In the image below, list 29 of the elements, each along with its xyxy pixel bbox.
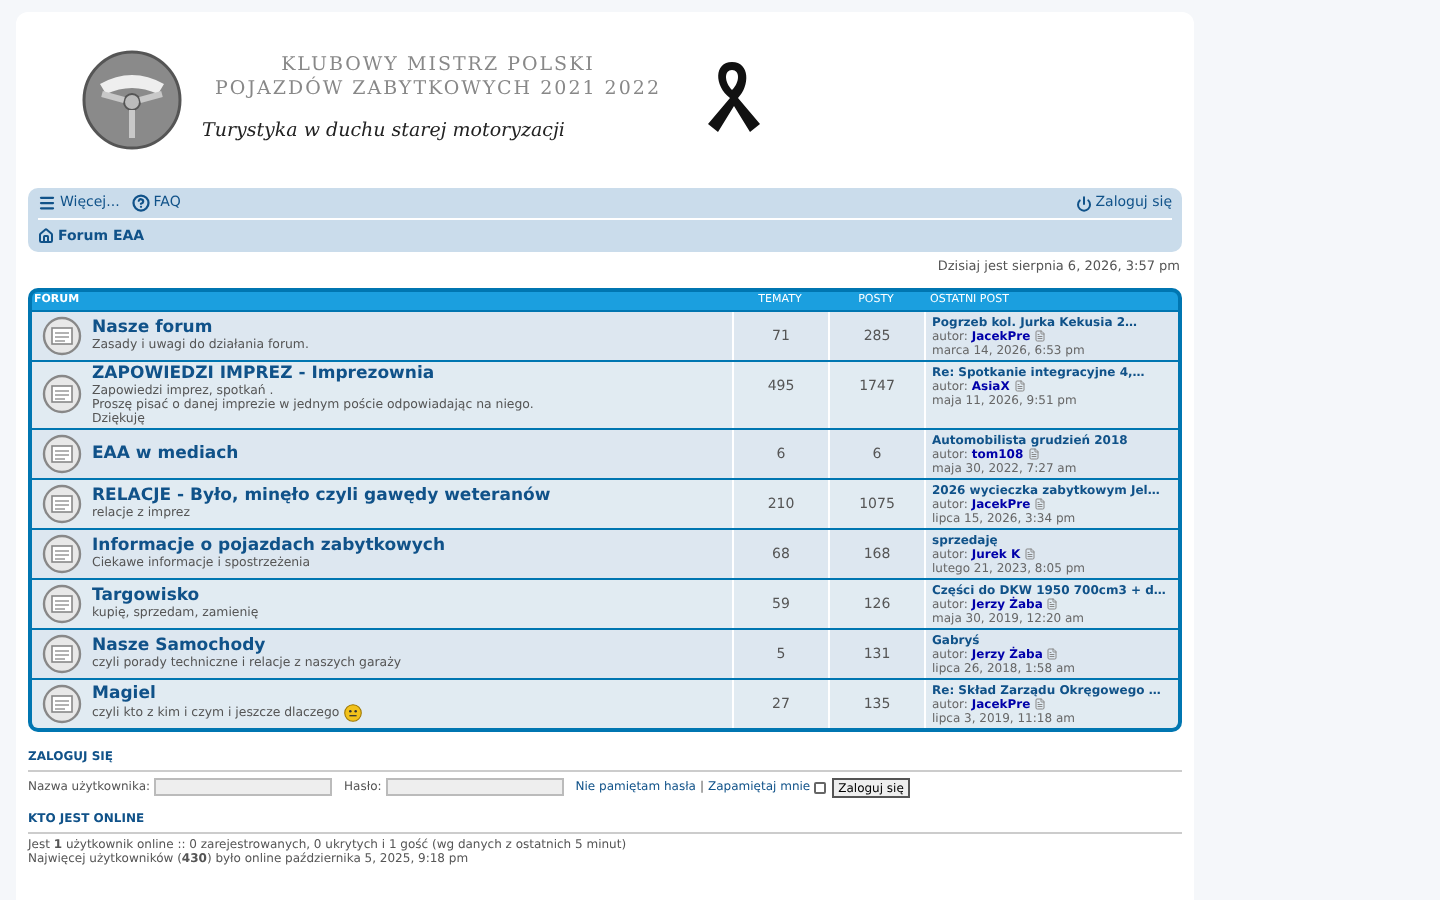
forum-icon [42,374,82,415]
document-icon[interactable] [1024,548,1037,561]
document-icon[interactable] [1046,598,1059,611]
banner-tagline: Turystyka w duchu starej motoryzacji [200,117,567,146]
forum-title[interactable]: EAA w mediach [92,443,239,464]
username-field[interactable] [154,778,333,797]
banner-title: KLUBOWY MISTRZ POLSKI [279,53,597,76]
document-icon[interactable] [1046,648,1059,661]
password-field[interactable] [385,778,564,797]
forum-title[interactable]: RELACJE - Było, minęło czyli gawędy weteranów [92,486,551,507]
forum-title[interactable]: Nasze Samochody [92,636,401,657]
forum-title[interactable]: ZAPOWIEDZI IMPREZ - Imprezownia [92,363,534,384]
forum-title[interactable]: Informacje o pojazdach zabytkowych [92,536,446,557]
document-icon[interactable] [1013,380,1026,393]
home-icon [38,228,54,244]
document-icon[interactable] [1034,498,1047,511]
document-icon[interactable] [1034,330,1047,343]
power-icon [1075,195,1092,211]
document-icon[interactable] [1027,448,1040,461]
ribbon-icon [702,58,762,134]
forum-title[interactable]: Nasze forum [92,318,309,339]
help-icon [131,194,150,212]
remember-checkbox[interactable] [814,781,827,794]
forum-title[interactable]: Magiel [92,684,362,705]
forum-title[interactable]: Targowisko [92,586,259,607]
menu-icon [38,194,56,212]
logo-icon [82,50,182,150]
banner-title: POJAZDÓW ZABYTKOWYCH 2021 2022 [213,77,663,102]
document-icon[interactable] [1034,698,1047,711]
